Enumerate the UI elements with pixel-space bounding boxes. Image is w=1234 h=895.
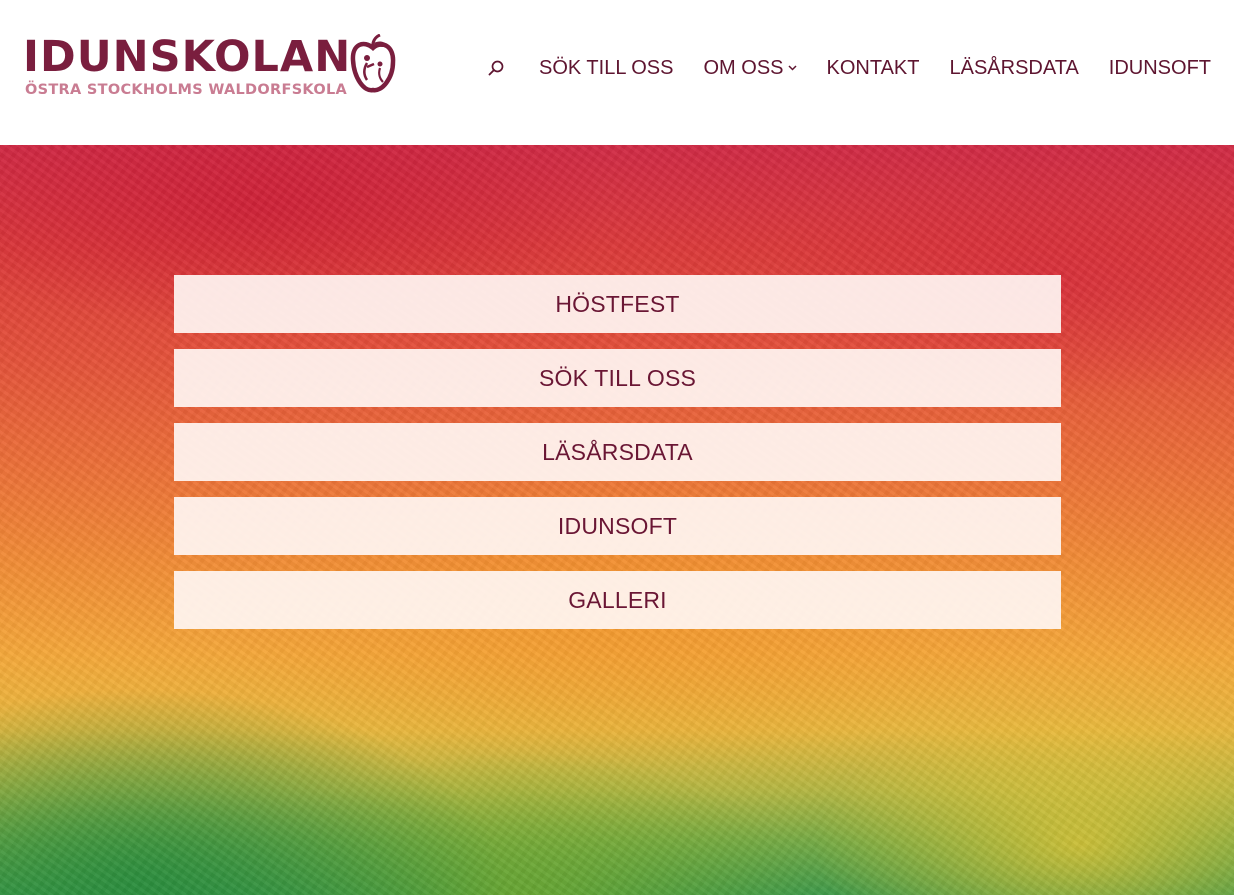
search-icon — [488, 60, 504, 76]
hero-banner: HÖSTFEST SÖK TILL OSS LÄSÅRSDATA IDUNSOF… — [0, 145, 1234, 895]
galleri-button[interactable]: GALLERI — [174, 571, 1061, 629]
sok-till-oss-button[interactable]: SÖK TILL OSS — [174, 349, 1061, 407]
nav-item-idunsoft[interactable]: IDUNSOFT — [1109, 55, 1211, 81]
logo-subtitle: ÖSTRA STOCKHOLMS WALDORFSKOLA — [25, 82, 348, 98]
nav-item-label: LÄSÅRSDATA — [949, 57, 1079, 79]
nav-item-label: KONTAKT — [826, 57, 920, 79]
nav-item-kontakt[interactable]: KONTAKT — [827, 55, 920, 81]
apple-logo-icon — [350, 34, 396, 93]
nav-item-sok-till-oss[interactable]: SÖK TILL OSS — [539, 55, 674, 81]
site-logo[interactable]: IDUNSKOLAN ÖSTRA STOCKHOLMS WALDORFSKOLA — [23, 34, 398, 102]
nav-item-lasarsdata[interactable]: LÄSÅRSDATA — [949, 55, 1078, 81]
idunsoft-button[interactable]: IDUNSOFT — [174, 497, 1061, 555]
nav-item-label: IDUNSOFT — [1108, 57, 1211, 79]
site-header: IDUNSKOLAN ÖSTRA STOCKHOLMS WALDORFSKOLA… — [0, 0, 1234, 145]
main-nav: SÖK TILL OSS OM OSS KONTAKT LÄSÅRSDATA I… — [539, 55, 1211, 81]
chevron-down-icon — [787, 65, 797, 71]
logo-title: IDUNSKOLAN — [23, 32, 352, 82]
lasarsdata-button[interactable]: LÄSÅRSDATA — [174, 423, 1061, 481]
nav-item-om-oss[interactable]: OM OSS — [704, 55, 797, 81]
hostfest-button[interactable]: HÖSTFEST — [174, 275, 1061, 333]
search-button[interactable] — [485, 57, 507, 79]
nav-item-label: SÖK TILL OSS — [538, 57, 674, 79]
nav-item-label: OM OSS — [703, 57, 784, 79]
hero-menu: HÖSTFEST SÖK TILL OSS LÄSÅRSDATA IDUNSOF… — [174, 275, 1061, 645]
